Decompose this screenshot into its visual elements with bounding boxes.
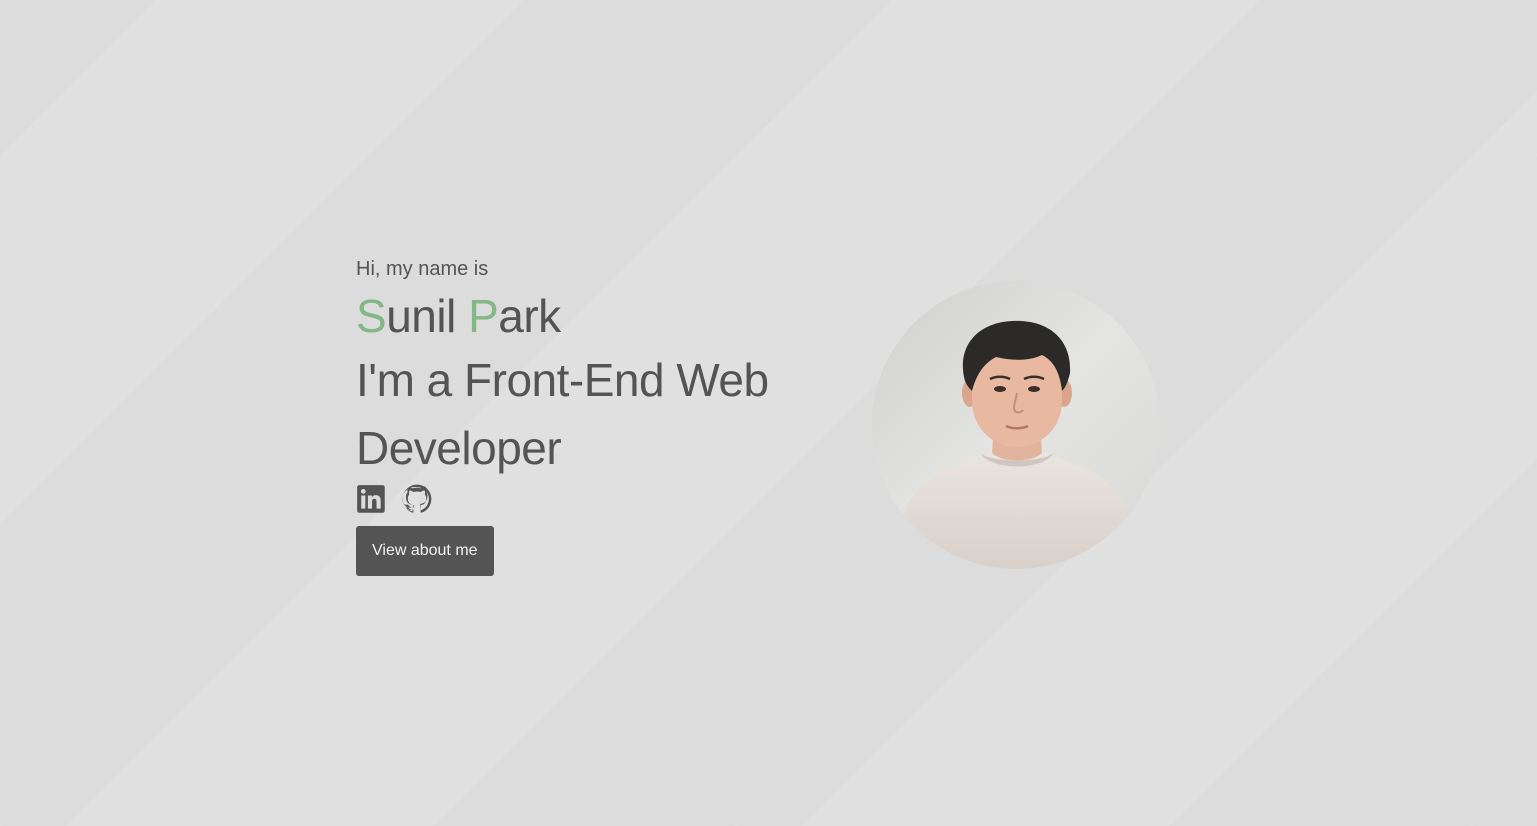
name-heading: Sunil Park [356,286,806,346]
profile-photo-illustration [872,281,1160,569]
view-about-me-button[interactable]: View about me [356,526,494,576]
profile-photo [872,281,1160,569]
github-icon[interactable] [402,484,432,514]
social-links [356,482,806,516]
role-heading: I'm a Front-End Web Developer [356,346,806,482]
name-first-rest: unil [386,290,456,342]
role-line-1: I'm a Front-End Web [356,354,769,406]
hero-section: Hi, my name is Sunil Park I'm a Front-En… [356,252,806,576]
linkedin-icon[interactable] [356,484,386,514]
name-first-initial: S [356,290,387,342]
name-last-rest: ark [498,290,561,342]
role-line-2: Developer [356,422,562,474]
name-last-initial: P [468,290,499,342]
greeting-text: Hi, my name is [356,258,489,280]
